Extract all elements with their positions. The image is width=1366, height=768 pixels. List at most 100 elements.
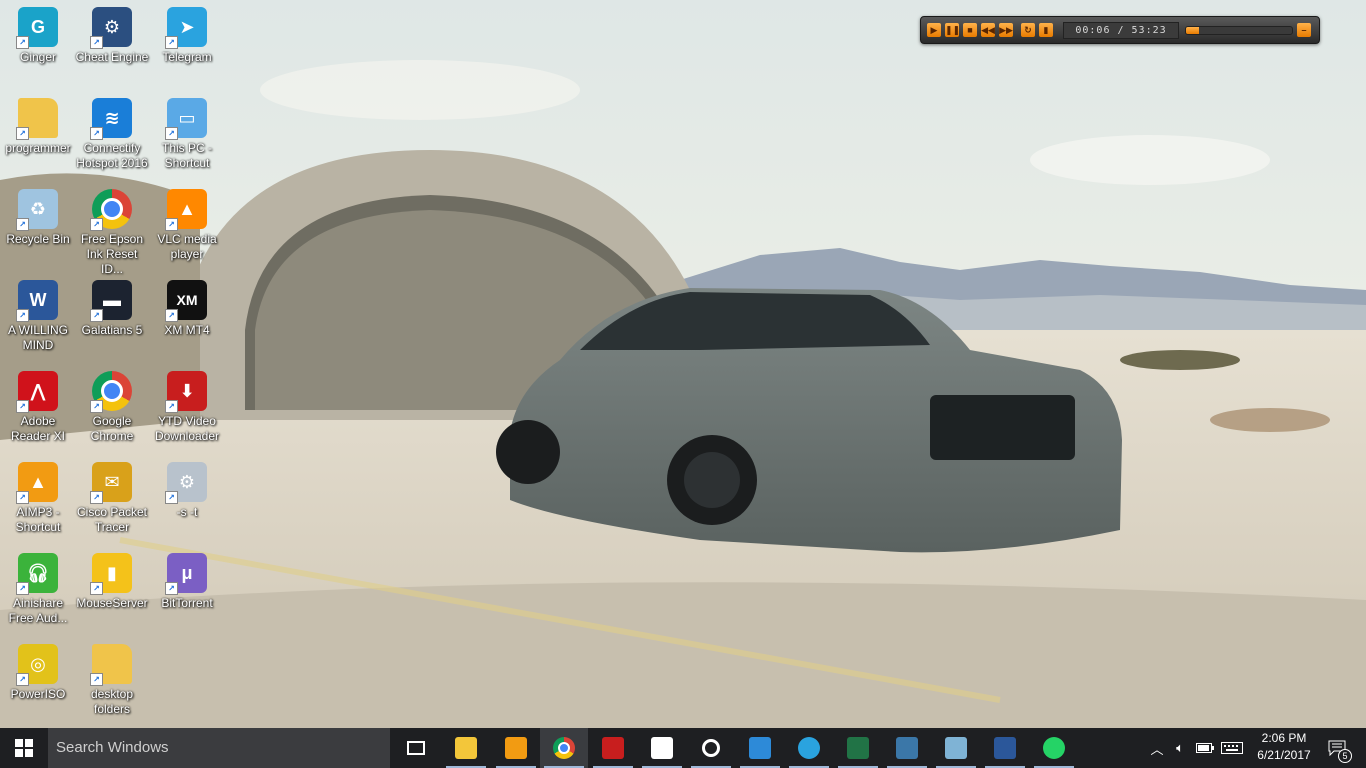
desktop-icon[interactable]: XM ↗ XM MT4: [149, 273, 225, 338]
settings-file-icon: ⚙ ↗: [165, 462, 207, 504]
taskbar: Search Windows ︿ 🔈︎ 2:06 PM 6/21/2017 5: [0, 728, 1366, 768]
headphones-icon: 🎧︎ ↗: [16, 553, 58, 595]
adobe-reader-icon: ⋀ ↗: [16, 371, 58, 413]
file-explorer-icon: [455, 737, 477, 759]
action-center-button[interactable]: 5: [1322, 728, 1352, 768]
battery-button[interactable]: [1194, 728, 1216, 768]
desktop-icon-label: Ainishare Free Aud...: [8, 596, 68, 625]
taskbar-app-task-view[interactable]: [392, 728, 440, 768]
desktop-icon-label: Adobe Reader XI: [10, 414, 66, 443]
volume-button[interactable]: 🔈︎: [1170, 728, 1190, 768]
taskbar-app-file-explorer[interactable]: [442, 728, 490, 768]
shortcut-arrow-icon: ↗: [16, 218, 29, 231]
taskbar-app-ytd[interactable]: [589, 728, 637, 768]
desktop-icon[interactable]: ♻ ↗ Recycle Bin: [0, 182, 76, 247]
desktop-icon[interactable]: ↗ Free Epson Ink Reset ID...: [74, 182, 150, 277]
desktop-icon[interactable]: W ↗ A WILLING MIND: [0, 273, 76, 353]
desktop-icon-label: XM MT4: [164, 323, 210, 337]
equalizer-button[interactable]: ▮: [1039, 23, 1053, 37]
next-button[interactable]: ▶▶: [999, 23, 1013, 37]
shortcut-arrow-icon: ↗: [16, 582, 29, 595]
notification-count-badge: 5: [1338, 749, 1352, 763]
shortcut-arrow-icon: ↗: [90, 218, 103, 231]
desktop-icon[interactable]: ⚙ ↗ Cheat Engine: [74, 0, 150, 65]
desktop-icon[interactable]: ▲ ↗ AIMP3 - Shortcut: [0, 455, 76, 535]
shortcut-arrow-icon: ↗: [16, 127, 29, 140]
ytd-icon: ⬇ ↗: [165, 371, 207, 413]
system-clock[interactable]: 2:06 PM 6/21/2017: [1248, 730, 1320, 764]
taskbar-app-chrome[interactable]: [540, 728, 588, 768]
show-hidden-icons-button[interactable]: ︿: [1148, 728, 1166, 768]
play-button[interactable]: ▶: [927, 23, 941, 37]
taskbar-app-telegram[interactable]: [785, 728, 833, 768]
desktop-icon-label: MouseServer: [76, 596, 148, 610]
desktop-icon-label: Recycle Bin: [6, 232, 70, 246]
video-thumbnail-icon: ▬ ↗: [90, 280, 132, 322]
aimp-icon: ▲ ↗: [16, 462, 58, 504]
desktop-icon[interactable]: ⋀ ↗ Adobe Reader XI: [0, 364, 76, 444]
folder-icon: ↗: [90, 644, 132, 686]
word-icon: [994, 737, 1016, 759]
shortcut-arrow-icon: ↗: [90, 36, 103, 49]
windows-logo-icon: [15, 739, 33, 757]
desktop-icon[interactable]: ▲ ↗ VLC media player: [149, 182, 225, 262]
minimize-button[interactable]: –: [1297, 23, 1311, 37]
desktop-icon[interactable]: ▮ ↗ MouseServer: [74, 546, 150, 611]
telegram-icon: [798, 737, 820, 759]
track-time-display: 00:06 / 53:23: [1063, 22, 1179, 39]
taskbar-app-aimp[interactable]: [492, 728, 540, 768]
task-view-icon: [407, 741, 425, 755]
battery-icon: [1196, 743, 1214, 753]
desktop-icon[interactable]: ↗ desktop folders: [74, 637, 150, 717]
taskbar-app-whatsapp[interactable]: [1030, 728, 1078, 768]
repeat-button[interactable]: ↻: [1021, 23, 1035, 37]
app-icon: [749, 737, 771, 759]
chrome-icon: ↗: [90, 189, 132, 231]
desktop-icon[interactable]: G ↗ Ginger: [0, 0, 76, 65]
this-pc-icon: ▭ ↗: [165, 98, 207, 140]
xm-mt4-icon: XM ↗: [165, 280, 207, 322]
vlc-icon: ▲ ↗: [165, 189, 207, 231]
taskbar-app-excel[interactable]: [834, 728, 882, 768]
aimp-icon: [505, 737, 527, 759]
python-icon: [896, 737, 918, 759]
stop-button[interactable]: ■: [963, 23, 977, 37]
previous-button[interactable]: ◀◀: [981, 23, 995, 37]
taskbar-app-python[interactable]: [883, 728, 931, 768]
shortcut-arrow-icon: ↗: [16, 309, 29, 322]
aimp-mini-player: ▶ ❚❚ ■ ◀◀ ▶▶ ↻ ▮ 00:06 / 53:23 –: [920, 16, 1320, 44]
desktop-icon-label: -s -t: [176, 505, 198, 519]
desktop-icon[interactable]: ▭ ↗ This PC - Shortcut: [149, 91, 225, 171]
taskbar-app-word[interactable]: [981, 728, 1029, 768]
shortcut-arrow-icon: ↗: [90, 127, 103, 140]
desktop-icon[interactable]: ▬ ↗ Galatians 5: [74, 273, 150, 338]
desktop-icon[interactable]: ➤ ↗ Telegram: [149, 0, 225, 65]
cheat-engine-icon: ⚙ ↗: [90, 7, 132, 49]
desktop-icon[interactable]: μ ↗ BitTorrent: [149, 546, 225, 611]
taskbar-app-app-notes[interactable]: [932, 728, 980, 768]
search-input[interactable]: Search Windows: [48, 728, 390, 768]
pause-button[interactable]: ❚❚: [945, 23, 960, 37]
shortcut-arrow-icon: ↗: [165, 582, 178, 595]
desktop-icon[interactable]: ⚙ ↗ -s -t: [149, 455, 225, 520]
taskbar-app-app-blue[interactable]: [736, 728, 784, 768]
shortcut-arrow-icon: ↗: [90, 673, 103, 686]
start-button[interactable]: [0, 728, 48, 768]
desktop-icon[interactable]: ↗ Google Chrome: [74, 364, 150, 444]
bittorrent-icon: μ ↗: [165, 553, 207, 595]
desktop-icon[interactable]: ⬇ ↗ YTD Video Downloader: [149, 364, 225, 444]
keyboard-button[interactable]: [1220, 728, 1244, 768]
chrome-icon: ↗: [90, 371, 132, 413]
desktop-icon[interactable]: ↗ programmer: [0, 91, 76, 156]
clock-date: 6/21/2017: [1257, 748, 1311, 762]
taskbar-app-calculator[interactable]: [638, 728, 686, 768]
taskbar-app-groove[interactable]: [687, 728, 735, 768]
desktop-icon-label: desktop folders: [90, 687, 134, 716]
track-progress-bar[interactable]: [1185, 26, 1293, 35]
connectify-icon: ≋ ↗: [90, 98, 132, 140]
desktop-icon[interactable]: 🎧︎ ↗ Ainishare Free Aud...: [0, 546, 76, 626]
desktop-icon[interactable]: ◎ ↗ PowerISO: [0, 637, 76, 702]
desktop-icon[interactable]: ≋ ↗ Connectify Hotspot 2016: [74, 91, 150, 171]
desktop-icon[interactable]: ✉ ↗ Cisco Packet Tracer: [74, 455, 150, 535]
recycle-bin-icon: ♻ ↗: [16, 189, 58, 231]
